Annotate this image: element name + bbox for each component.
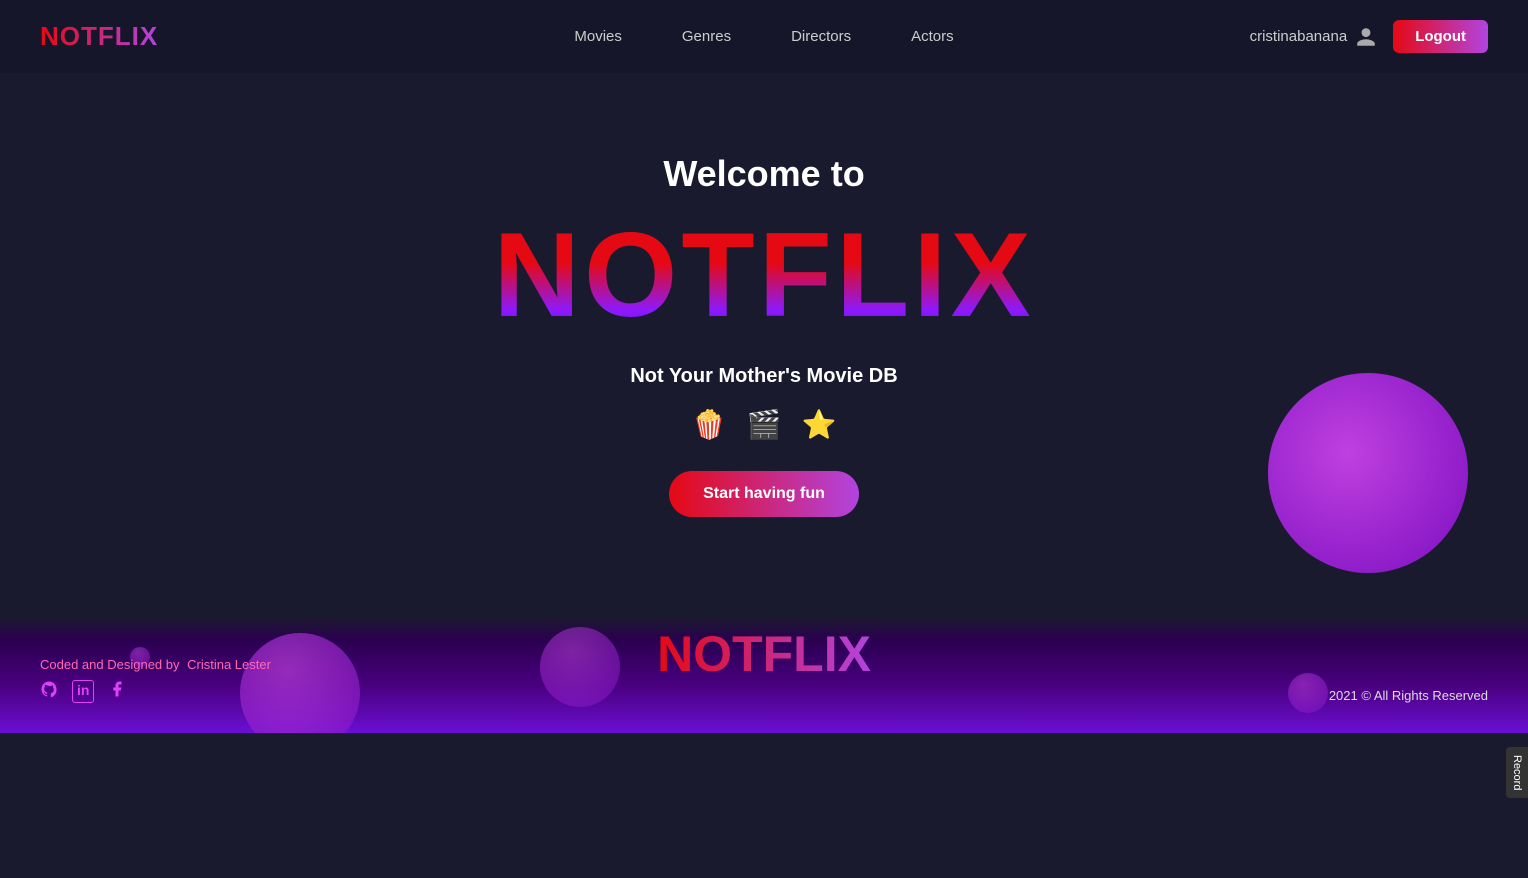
facebook-icon [108,680,126,698]
footer-social: in [40,680,271,703]
nav-link-actors[interactable]: Actors [911,28,954,45]
user-icon [1355,26,1377,48]
main-content: Welcome to NOTFLIX Not Your Mother's Mov… [0,73,1528,557]
welcome-heading: Welcome to [663,153,864,195]
nav-link-movies[interactable]: Movies [574,28,622,45]
cta-button[interactable]: Start having fun [669,471,859,517]
nav-logo[interactable]: NOTFLIX [40,21,158,52]
footer-logo: NOTFLIX [657,625,871,683]
nav-link-genres[interactable]: Genres [682,28,731,45]
logout-button[interactable]: Logout [1393,20,1488,53]
nav-item-genres[interactable]: Genres [682,28,731,46]
footer-credit: Coded and Designed by Cristina Lester [40,657,271,672]
emoji-row: 🍿 🎬 ⭐ [692,408,837,441]
navbar: NOTFLIX Movies Genres Directors Actors c… [0,0,1528,73]
nav-item-actors[interactable]: Actors [911,28,954,46]
record-tab[interactable]: Record [1506,747,1528,798]
github-link[interactable] [40,680,58,703]
star-emoji: ⭐ [801,408,836,441]
tagline: Not Your Mother's Movie DB [630,365,897,388]
facebook-link[interactable] [108,680,126,703]
footer-copyright: 2021 © All Rights Reserved [1329,688,1488,703]
footer: Coded and Designed by Cristina Lester in… [0,617,1528,733]
nav-item-directors[interactable]: Directors [791,28,851,46]
popcorn-emoji: 🍿 [692,408,727,441]
credit-prefix: Coded and Designed by [40,657,180,672]
hero-logo: NOTFLIX [493,215,1034,335]
footer-left: Coded and Designed by Cristina Lester in [40,657,271,703]
nav-item-movies[interactable]: Movies [574,28,622,46]
credit-name: Cristina Lester [187,657,271,672]
footer-inner: Coded and Designed by Cristina Lester in… [40,657,1488,703]
nav-right: cristinabanana Logout [1250,20,1488,53]
decorative-circle-large [1268,373,1468,573]
username-label: cristinabanana [1250,28,1348,45]
camera-emoji: 🎬 [747,408,782,441]
github-icon [40,680,58,698]
nav-links: Movies Genres Directors Actors [574,28,953,46]
nav-link-directors[interactable]: Directors [791,28,851,45]
nav-user: cristinabanana [1250,26,1378,48]
linkedin-link[interactable]: in [72,680,94,703]
